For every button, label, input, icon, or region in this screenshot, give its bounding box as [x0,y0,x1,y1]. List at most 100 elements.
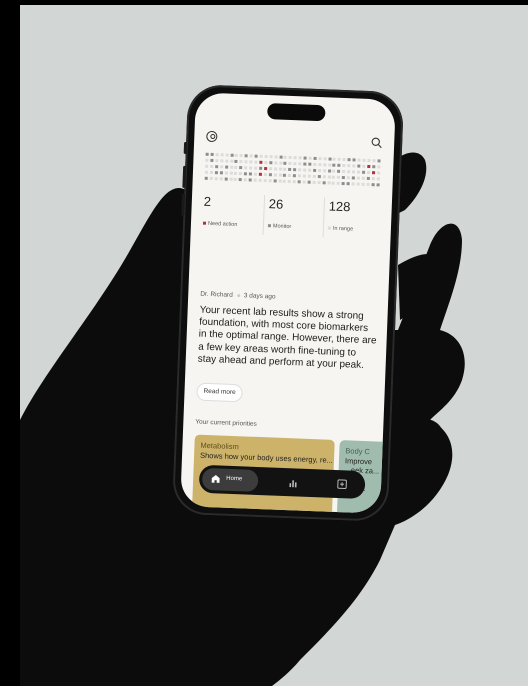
status-dot [327,226,331,230]
biomarker-cell [229,171,233,175]
doctor-note-body: Your recent lab results show a strong fo… [197,304,377,371]
biomarker-cell [341,175,346,180]
biomarker-cell [239,154,243,158]
biomarker-cell [322,163,326,167]
biomarker-cell [219,165,223,169]
biomarker-cell [283,173,287,177]
biomarker-cell [220,159,224,163]
biomarker-cell [210,158,214,163]
biomarker-cell [356,176,360,180]
biomarker-cell [239,172,243,176]
biomarker-cell [337,175,341,179]
biomarker-cell [253,178,257,182]
biomarker-cell [328,157,332,161]
tab-home[interactable]: Home [201,467,259,492]
biomarker-cell [244,166,248,170]
biomarker-cell [215,153,219,157]
biomarker-cell [376,183,380,187]
biomarker-cell [268,167,272,171]
biomarker-cell [269,155,273,159]
biomarker-cell [332,163,336,167]
biomarker-grid [204,152,382,190]
biomarker-cell [268,173,272,177]
profile-icon[interactable] [206,130,218,143]
stat-need-action[interactable]: 2 Need action [202,193,260,235]
biomarker-cell [332,175,336,179]
biomarker-cell [293,162,297,166]
biomarker-cell [288,155,292,160]
biomarker-cell [278,167,282,171]
stat-label: Monitor [267,223,319,231]
stat-in-range[interactable]: 128 In range [322,197,381,240]
search-icon[interactable] [371,137,382,149]
biomarker-cell [234,159,238,163]
biomarker-cell [264,154,268,159]
biomarker-cell [249,166,253,170]
biomarker-cell [366,182,370,187]
biomarker-cell [317,169,321,173]
biomarker-cell [283,179,287,183]
biomarker-cell [263,178,267,183]
stat-value: 2 [203,193,212,209]
biomarker-cell [263,172,267,177]
card-description: Shows how your body uses energy, re... [199,450,334,465]
biomarker-cell [372,159,376,163]
biomarker-cell [336,181,340,185]
bar-chart-icon[interactable] [289,478,298,488]
biomarker-cell [327,169,331,173]
biomarker-cell [337,163,341,167]
biomarker-cell [293,168,297,172]
biomarker-cell [352,158,356,162]
biomarker-cell [356,182,360,186]
biomarker-cell [362,158,366,162]
biomarker-cell [346,182,350,186]
biomarker-cell [313,162,317,166]
biomarker-cell [298,162,302,166]
biomarker-cell [327,163,331,167]
biomarker-cell [312,174,316,178]
biomarker-cell [298,168,302,172]
biomarker-cell [238,178,243,182]
biomarker-cell [376,177,380,181]
biomarker-cell [219,177,223,181]
biomarker-cell [356,170,361,174]
biomarker-cell [297,174,302,178]
biomarker-cell [248,178,252,182]
biomarker-cell [361,170,365,174]
biomarker-cell [283,161,287,165]
biomarker-cell [239,166,243,170]
biomarker-cell [332,169,336,173]
biomarker-cell [258,166,263,170]
biomarker-cell [219,171,223,175]
biomarker-cell [351,182,355,186]
biomarker-cell [234,165,238,169]
biomarker-cell [214,165,219,169]
biomarker-cell [308,162,312,166]
biomarker-cell [273,173,277,177]
stat-monitor[interactable]: 26 Monitor [262,195,321,238]
biomarker-cell [342,163,346,168]
biomarker-cell [210,164,214,169]
biomarker-cell [283,155,288,159]
biomarker-cell [283,167,287,171]
biomarker-cell [317,181,321,185]
read-more-button[interactable]: Read more [196,382,244,403]
biomarker-cell [376,165,380,169]
biomarker-cell [224,159,229,163]
plus-square-icon[interactable] [337,479,347,490]
biomarker-cell [312,168,316,172]
biomarker-cell [244,160,248,164]
biomarker-cell [268,179,272,183]
biomarker-cell [376,159,381,163]
biomarker-cell [317,163,322,167]
biomarker-cell [361,182,365,186]
biomarker-cell [278,161,282,165]
biomarker-cell [376,171,380,175]
separator-dot [236,293,240,297]
phone-action-button [183,141,188,154]
biomarker-cell [347,170,351,174]
biomarker-cell [278,173,282,177]
biomarker-cell [274,155,278,159]
biomarker-cell [293,174,297,178]
biomarker-cell [317,175,321,179]
